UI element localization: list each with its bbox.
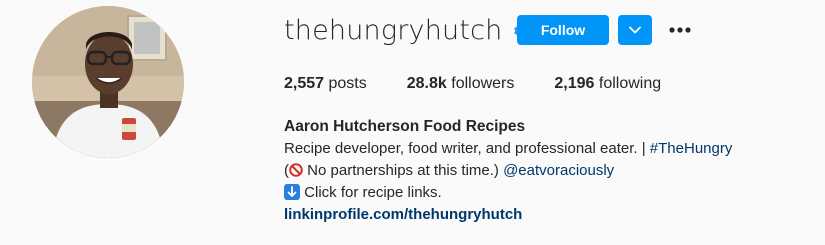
posts-count: 2,557 xyxy=(284,75,325,92)
prohibited-emoji-icon xyxy=(289,162,303,177)
posts-label: posts xyxy=(328,75,367,92)
down-arrow-emoji-icon xyxy=(284,184,300,200)
avatar[interactable] xyxy=(32,6,184,158)
bio-line-3-text: Click for recipe links. xyxy=(300,184,442,201)
mention-link[interactable]: @eatvoraciously xyxy=(503,162,614,179)
profile-full-name: Aaron Hutcherson Food Recipes xyxy=(284,118,526,135)
profile-title-row: thehungryhutch xyxy=(284,12,531,50)
following-label: following xyxy=(598,75,662,92)
followers-label: followers xyxy=(451,75,515,92)
profile-bio: Aaron Hutcherson Food Recipes Recipe dev… xyxy=(284,116,804,226)
profile-header: thehungryhutch Follow 2,557 posts 28.8k … xyxy=(0,0,825,245)
bio-line-1-text: Recipe developer, food writer, and profe… xyxy=(284,140,650,157)
more-options-icon xyxy=(669,27,691,33)
follow-button[interactable]: Follow xyxy=(517,15,609,45)
external-link[interactable]: linkinprofile.com/thehungryhutch xyxy=(284,204,804,226)
bio-line-3: Click for recipe links. xyxy=(284,182,804,204)
following-count: 2,196 xyxy=(554,75,595,92)
followers-count: 28.8k xyxy=(406,75,447,92)
chevron-down-icon xyxy=(629,26,641,34)
profile-stats: 2,557 posts 28.8k followers 2,196 follow… xyxy=(284,74,701,94)
posts-stat: 2,557 posts xyxy=(284,74,367,94)
following-stat[interactable]: 2,196 following xyxy=(554,74,661,94)
followers-stat[interactable]: 28.8k followers xyxy=(407,74,515,94)
bio-line-1: Recipe developer, food writer, and profe… xyxy=(284,138,804,160)
suggested-accounts-button[interactable] xyxy=(618,15,652,45)
hashtag-link[interactable]: #TheHungry xyxy=(650,140,733,157)
avatar-image xyxy=(32,6,184,158)
more-options-button[interactable] xyxy=(668,19,692,41)
username: thehungryhutch xyxy=(284,15,503,46)
bio-line-2-text: No partnerships at this time.) xyxy=(303,162,504,179)
bio-line-2: ( No partnerships at this time.) @eatvor… xyxy=(284,160,804,182)
